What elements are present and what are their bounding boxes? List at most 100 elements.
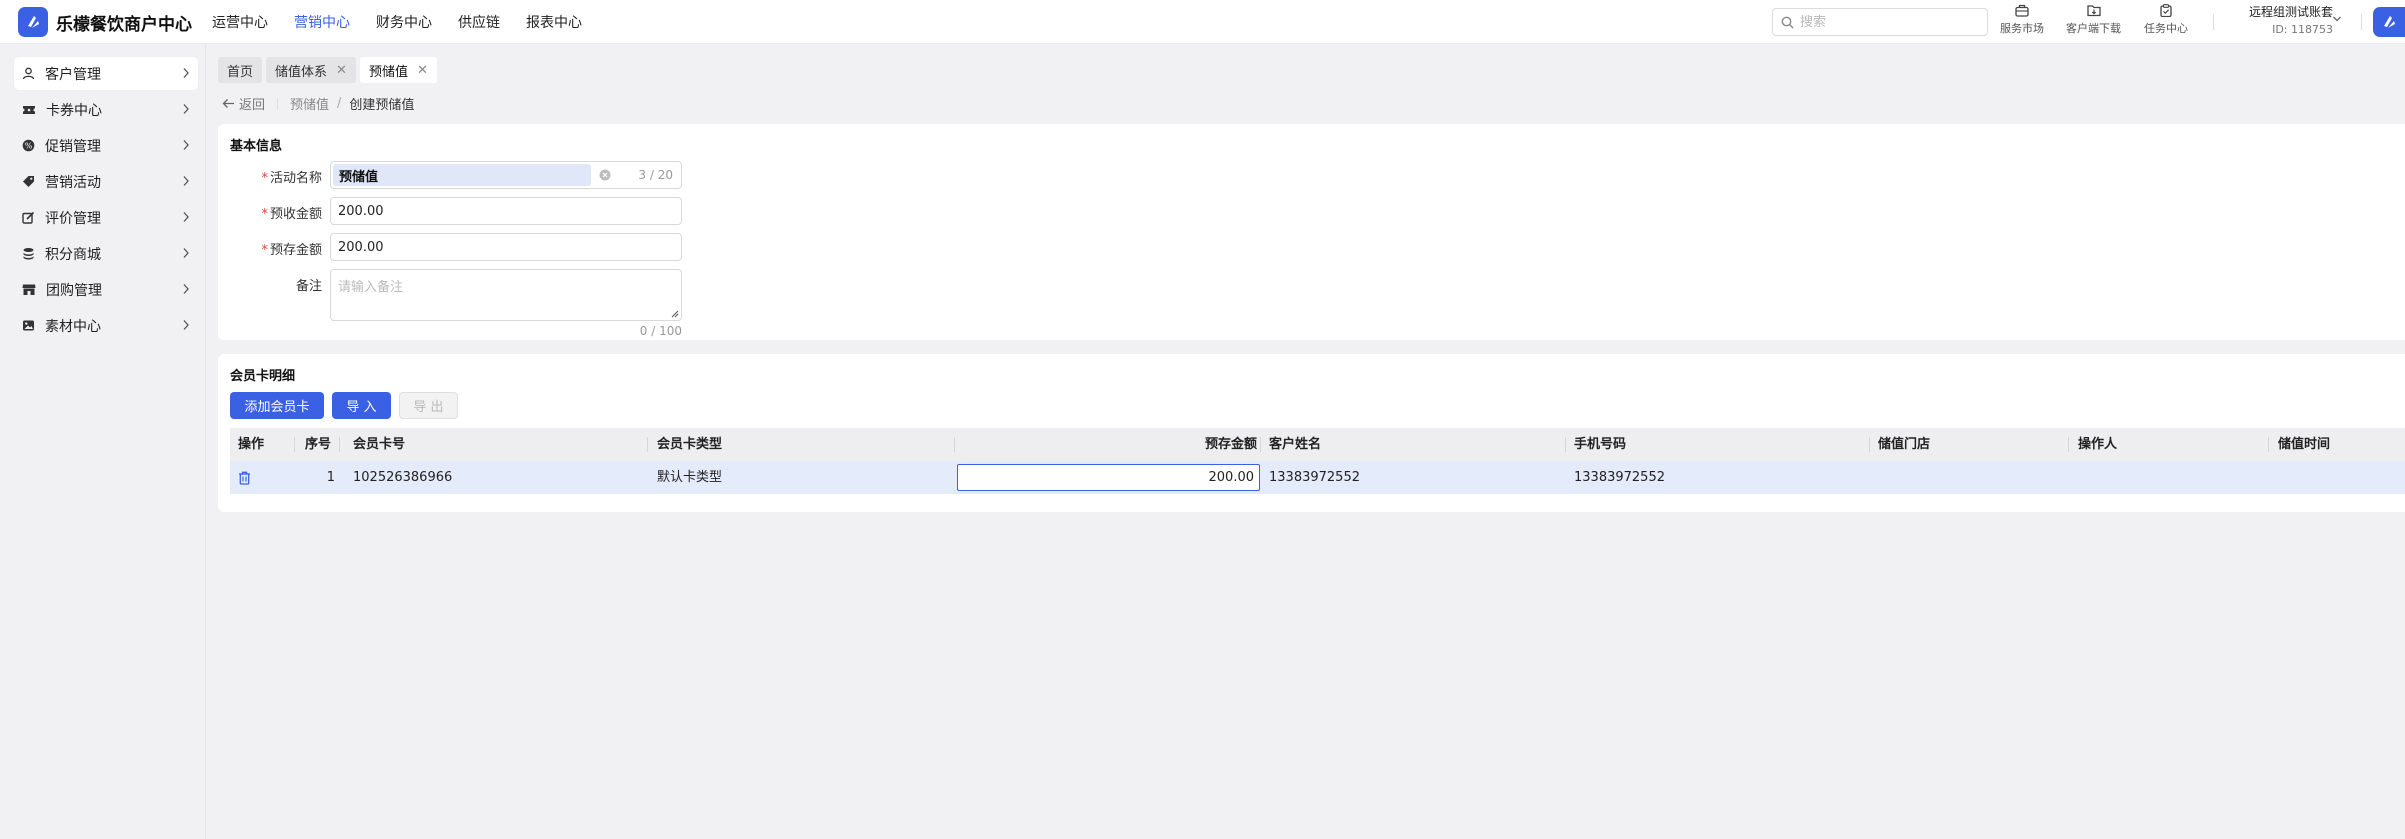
sidebar-item-promotion-management[interactable]: % 促销管理 (14, 129, 198, 162)
receive-amount-input[interactable] (331, 198, 681, 224)
amount-input[interactable] (958, 465, 1259, 490)
chevron-right-icon (183, 284, 189, 294)
account-id: ID: 118753 (2272, 23, 2333, 36)
col-header-amount: 预存金额 (1204, 437, 1257, 452)
tab-label: 预储值 (368, 64, 408, 80)
column-divider (1869, 437, 1870, 452)
page-tabs: 首页 储值体系 ✕ 预储值 ✕ (218, 57, 441, 83)
activity-name-input[interactable] (333, 164, 591, 186)
trash-icon[interactable] (238, 471, 251, 485)
add-member-card-button[interactable]: 添加会员卡 (230, 392, 324, 419)
col-header-card-no: 会员卡号 (353, 437, 406, 452)
tab-home[interactable]: 首页 (218, 57, 263, 83)
close-icon[interactable]: ✕ (417, 63, 428, 78)
receive-amount-field[interactable] (330, 197, 682, 225)
tab-pre-stored-value[interactable]: 预储值 ✕ (359, 57, 437, 83)
brand-logo[interactable]: 乐檬餐饮商户中心 (18, 7, 192, 37)
image-icon (23, 320, 34, 331)
briefcase-icon (2015, 4, 2029, 17)
store-icon (22, 284, 36, 295)
activity-name-label: * 活动名称 (261, 171, 322, 186)
app-switcher-logo-icon[interactable] (2373, 7, 2405, 37)
back-label: 返回 (239, 98, 266, 113)
sidebar-item-label: 客户管理 (45, 66, 101, 83)
divider (277, 97, 279, 110)
import-button[interactable]: 导 入 (332, 392, 391, 419)
global-search[interactable] (1772, 8, 1988, 36)
tool-service-market[interactable]: 服务市场 (2000, 4, 2044, 36)
topnav-supply-chain[interactable]: 供应链 (458, 12, 500, 32)
brand-name: 乐檬餐饮商户中心 (56, 14, 192, 35)
breadcrumb-current: 创建预储值 (349, 98, 415, 113)
deposit-amount-field[interactable] (330, 233, 682, 261)
column-divider (954, 437, 955, 452)
clear-icon[interactable] (599, 169, 611, 181)
tool-label: 服务市场 (2000, 22, 2044, 35)
breadcrumb-separator: / (337, 96, 342, 111)
sidebar-item-label: 促销管理 (45, 138, 101, 155)
divider (2361, 14, 2362, 30)
cell-card-no: 102526386966 (353, 470, 453, 485)
section-title: 基本信息 (230, 139, 283, 154)
back-button[interactable]: 返回 (222, 94, 265, 113)
sidebar-item-review-management[interactable]: 评价管理 (14, 201, 198, 234)
tab-stored-value-system[interactable]: 储值体系 ✕ (266, 57, 356, 83)
char-counter: 0 / 100 (639, 324, 682, 338)
close-icon[interactable]: ✕ (336, 63, 347, 78)
sidebar-item-material-center[interactable]: 素材中心 (14, 309, 198, 342)
topnav-marketing[interactable]: 营销中心 (294, 12, 350, 32)
svg-text:%: % (25, 141, 33, 150)
top-nav: 运营中心 营销中心 财务中心 供应链 报表中心 (212, 0, 608, 44)
topnav-finance[interactable]: 财务中心 (376, 12, 432, 32)
folder-download-icon (2086, 5, 2101, 17)
account-name: 远程组测试账套 (2248, 5, 2333, 19)
section-title: 会员卡明细 (230, 369, 296, 384)
sidebar-item-marketing-activities[interactable]: 营销活动 (14, 165, 198, 198)
chevron-right-icon (183, 68, 189, 78)
sidebar-item-coupon-center[interactable]: 卡券中心 (14, 93, 198, 126)
deposit-amount-input[interactable] (331, 234, 681, 260)
account-switcher[interactable]: 远程组测试账套 ID: 118753 (2230, 3, 2333, 36)
coins-icon (23, 248, 34, 260)
cell-phone: 13383972552 (1574, 470, 1665, 485)
tool-label: 客户端下载 (2066, 22, 2121, 35)
sidebar-item-label: 营销活动 (45, 174, 101, 191)
col-header-phone: 手机号码 (1574, 437, 1627, 452)
table-row[interactable]: 1 102526386966 默认卡类型 13383972552 1338397… (230, 461, 2405, 494)
col-header-customer: 客户姓名 (1269, 437, 1322, 452)
divider (2213, 14, 2214, 30)
chevron-right-icon (183, 104, 189, 114)
cell-card-type: 默认卡类型 (657, 470, 723, 485)
col-header-action: 操作 (238, 437, 265, 452)
ticket-icon (23, 105, 35, 114)
card-actions: 添加会员卡 导 入 导 出 (230, 392, 466, 419)
col-header-seq: 序号 (305, 437, 332, 452)
breadcrumb-parent[interactable]: 预储值 (290, 94, 329, 113)
amount-editor[interactable] (957, 464, 1260, 491)
column-divider (294, 437, 295, 452)
remark-field[interactable] (330, 269, 682, 321)
search-input[interactable] (1800, 14, 1970, 30)
activity-name-selection (333, 164, 591, 186)
sidebar-item-customer-management[interactable]: 客户管理 (14, 57, 198, 90)
chevron-down-icon[interactable] (2332, 15, 2342, 23)
chevron-right-icon (183, 248, 189, 258)
basic-info-panel: 基本信息 *活动名称 3 / 20 *预收金额 *预存金额 备注 0 / 100 (218, 124, 2405, 340)
tool-task-center[interactable]: 任务中心 (2144, 4, 2188, 36)
sidebar: 客户管理 卡券中心 % 促销管理 营销活动 评价管理 积分商城 团购管理 素材中… (0, 44, 206, 839)
sidebar-item-points-mall[interactable]: 积分商城 (14, 237, 198, 270)
remark-input[interactable] (331, 270, 681, 320)
topnav-reports[interactable]: 报表中心 (526, 12, 582, 32)
sidebar-item-group-buying[interactable]: 团购管理 (14, 273, 198, 306)
cell-seq: 1 (326, 470, 335, 485)
chevron-right-icon (183, 212, 189, 222)
brand-logo-icon (18, 7, 48, 37)
tool-client-download[interactable]: 客户端下载 (2066, 4, 2121, 36)
resize-grip-icon[interactable] (670, 309, 679, 318)
col-header-card-type: 会员卡类型 (657, 437, 723, 452)
chevron-right-icon (183, 140, 189, 150)
table-header: 操作 序号 会员卡号 会员卡类型 预存金额 客户姓名 手机号码 储值门店 操作人… (230, 428, 2405, 461)
activity-name-field[interactable]: 3 / 20 (330, 161, 682, 189)
topnav-operations[interactable]: 运营中心 (212, 12, 268, 32)
export-button[interactable]: 导 出 (399, 392, 458, 419)
